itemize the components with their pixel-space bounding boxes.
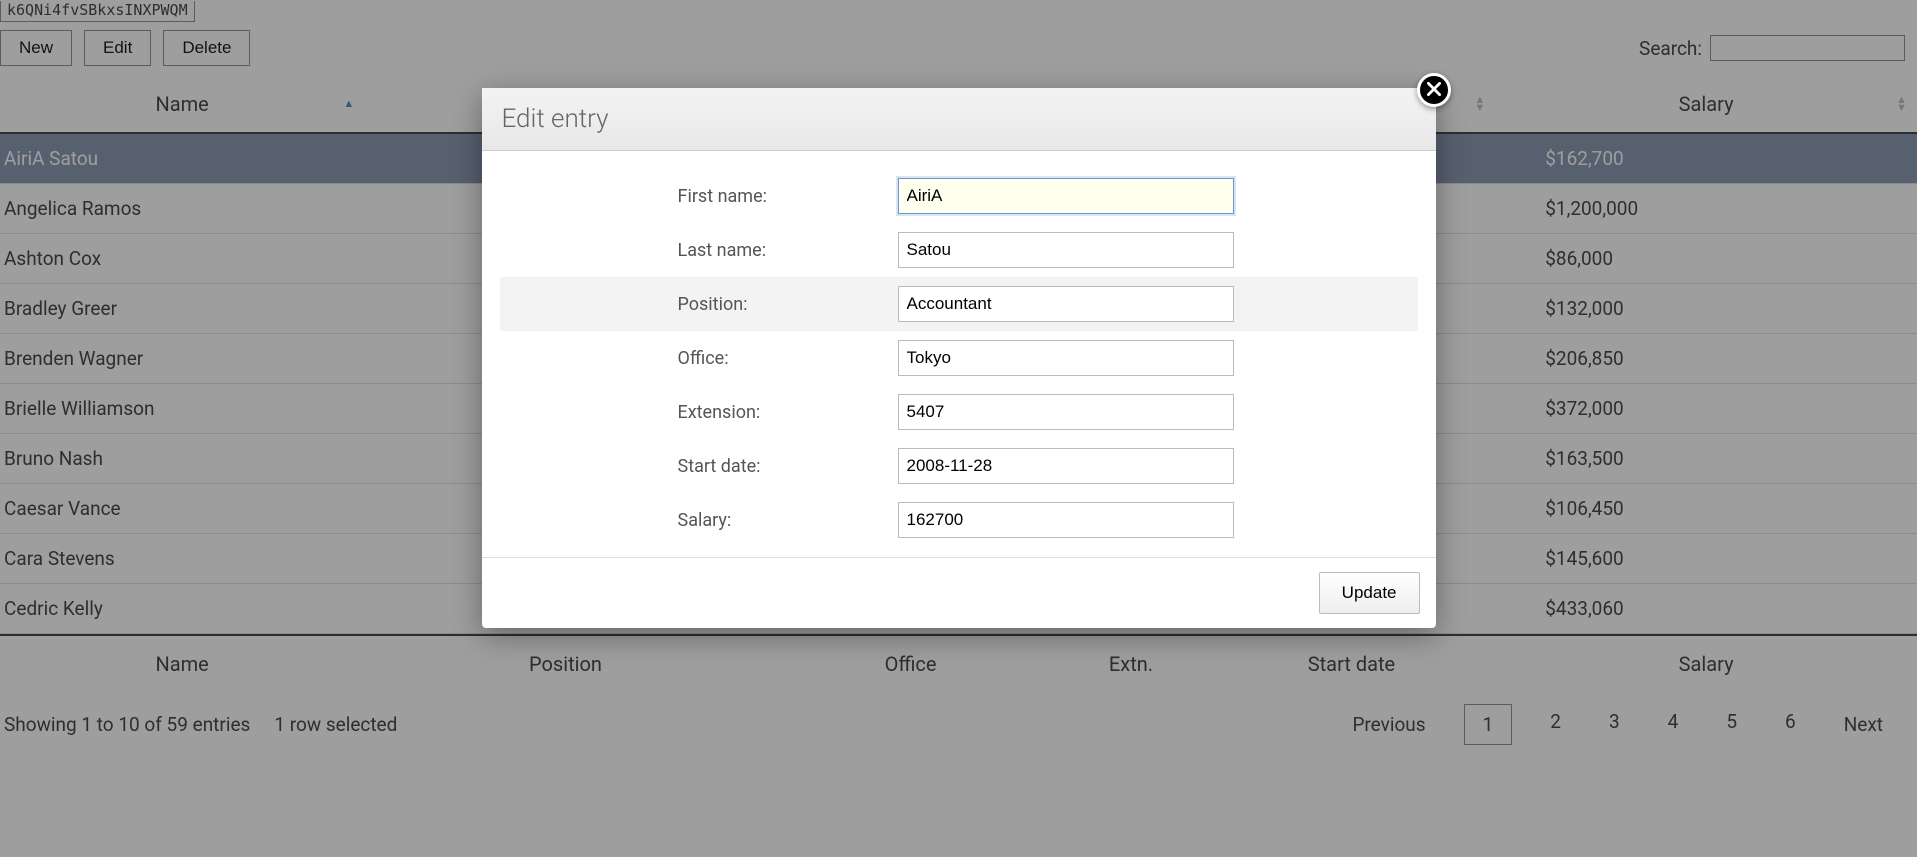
- last-name-input[interactable]: [898, 232, 1234, 268]
- start-date-input[interactable]: [898, 448, 1234, 484]
- edit-entry-modal: Edit entry First name: Last name: Positi…: [482, 88, 1436, 628]
- position-input[interactable]: [898, 286, 1234, 322]
- last-name-label: Last name:: [678, 240, 898, 261]
- close-icon: [1427, 81, 1441, 100]
- extension-label: Extension:: [678, 402, 898, 423]
- first-name-label: First name:: [678, 186, 898, 207]
- update-button[interactable]: Update: [1319, 572, 1420, 614]
- modal-title: Edit entry: [482, 88, 1436, 151]
- first-name-input[interactable]: [898, 178, 1234, 214]
- position-label: Position:: [678, 294, 898, 315]
- office-input[interactable]: [898, 340, 1234, 376]
- start-date-label: Start date:: [678, 456, 898, 477]
- office-label: Office:: [678, 348, 898, 369]
- extension-input[interactable]: [898, 394, 1234, 430]
- salary-input[interactable]: [898, 502, 1234, 538]
- salary-label: Salary:: [678, 510, 898, 531]
- close-modal-button[interactable]: [1417, 73, 1451, 107]
